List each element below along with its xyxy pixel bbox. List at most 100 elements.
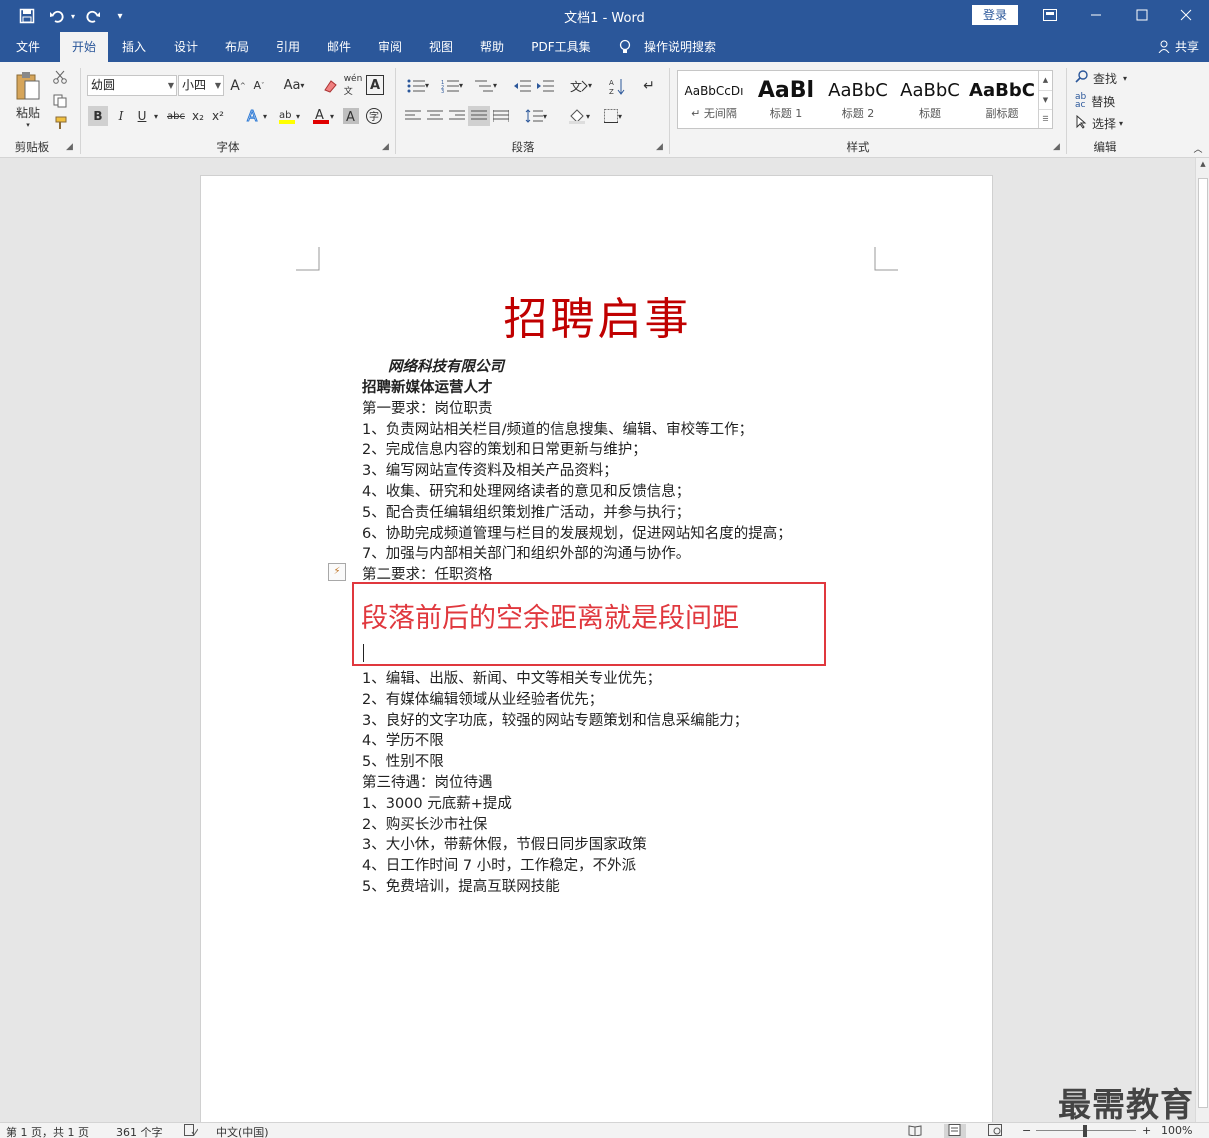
zoom-in-icon[interactable]: + (1142, 1124, 1151, 1137)
show-marks-icon[interactable]: ↵ (638, 75, 660, 96)
tab-help[interactable]: 帮助 (470, 32, 514, 62)
align-left-icon[interactable] (402, 106, 424, 126)
paste-dropdown-icon[interactable]: ▾ (22, 120, 34, 130)
language[interactable]: 中文(中国) (216, 1124, 269, 1138)
close-icon[interactable] (1163, 0, 1209, 30)
font-color-icon[interactable]: A ▾ (307, 106, 339, 126)
zoom-out-icon[interactable]: − (1022, 1124, 1031, 1137)
zoom-level[interactable]: 100% (1161, 1124, 1192, 1137)
style-subtitle[interactable]: AaBbC 副标题 (966, 71, 1038, 128)
copy-icon[interactable] (50, 92, 70, 110)
replace-button[interactable]: ab ac 替换 (1075, 92, 1137, 110)
cut-icon[interactable] (50, 68, 70, 86)
enclose-characters-icon[interactable]: 字 (364, 106, 384, 126)
page-count[interactable]: 第 1 页，共 1 页 (6, 1124, 89, 1138)
numbering-icon[interactable]: 1 2 3 ▾ (436, 75, 468, 96)
font-size-combo[interactable]: 小四 ▼ (178, 75, 224, 96)
margin-corner-mark (874, 247, 898, 271)
underline-button[interactable]: U (133, 106, 151, 126)
tab-view[interactable]: 视图 (419, 32, 463, 62)
chinese-layout-icon[interactable]: 文 ▾ (565, 75, 597, 96)
character-shading-icon[interactable]: A (342, 106, 360, 126)
styles-scroll[interactable]: ▲ ▼ ☰ (1038, 71, 1052, 128)
justify-icon[interactable] (468, 106, 490, 126)
tab-file[interactable]: 文件 (4, 32, 52, 62)
grow-font-icon[interactable]: A ^ (229, 75, 247, 96)
multilevel-list-icon[interactable]: ▾ (470, 75, 502, 96)
clear-formatting-icon[interactable] (320, 75, 340, 96)
shrink-font-icon[interactable]: Aˇ (250, 75, 268, 96)
tab-design[interactable]: 设计 (164, 32, 208, 62)
style-no-spacing[interactable]: AaBbCcDı ↵ 无间隔 (678, 71, 750, 128)
align-center-icon[interactable] (424, 106, 446, 126)
phonetic-guide-icon[interactable]: wén 文 (343, 74, 363, 97)
maximize-icon[interactable] (1119, 0, 1165, 30)
tab-insert[interactable]: 插入 (112, 32, 156, 62)
styles-more-icon[interactable]: ☰ (1039, 109, 1052, 128)
italic-button[interactable]: I (111, 106, 131, 126)
line-spacing-icon[interactable]: ▾ (520, 106, 552, 126)
read-mode-icon[interactable] (908, 1124, 922, 1138)
collapse-ribbon-icon[interactable]: ︿ (1191, 142, 1205, 155)
tab-layout[interactable]: 布局 (215, 32, 259, 62)
styles-launcher-icon[interactable]: ◢ (1053, 142, 1060, 152)
company-name: 网络科技有限公司 (388, 359, 504, 375)
shading-icon[interactable]: ▾ (563, 106, 595, 126)
superscript-button[interactable]: x² (209, 106, 227, 126)
find-button[interactable]: 查找 ▾ (1075, 69, 1137, 87)
document-title: 招聘启事 (503, 294, 692, 345)
tell-me-search[interactable]: 操作说明搜索 (640, 32, 720, 62)
change-case-icon[interactable]: Aa ▾ (277, 75, 311, 96)
sort-icon[interactable]: AZ (607, 75, 629, 96)
minimize-icon[interactable] (1073, 0, 1119, 30)
font-name-combo[interactable]: 幼圆 ▼ (87, 75, 177, 96)
font-size-value: 小四 (182, 78, 207, 92)
autocorrect-options-icon[interactable]: ⚡ (328, 563, 346, 581)
align-right-icon[interactable] (446, 106, 468, 126)
scrollbar-thumb[interactable] (1198, 178, 1208, 1108)
font-launcher-icon[interactable]: ◢ (382, 142, 389, 152)
zoom-slider-thumb[interactable] (1083, 1125, 1087, 1137)
increase-indent-icon[interactable] (534, 75, 556, 96)
proofing-icon[interactable] (184, 1124, 199, 1138)
tab-home[interactable]: 开始 (60, 32, 108, 62)
chevron-down-icon[interactable]: ▼ (1039, 90, 1052, 109)
tab-references[interactable]: 引用 (266, 32, 310, 62)
strikethrough-button[interactable]: abc (165, 106, 187, 126)
document-page[interactable]: 招聘启事 网络科技有限公司 招聘新媒体运营人才 第一要求：岗位职责 1、负责网站… (200, 175, 993, 1125)
subscript-button[interactable]: x₂ (189, 106, 207, 126)
tab-pdf-tools[interactable]: PDF工具集 (524, 32, 598, 62)
paste-icon[interactable] (12, 68, 44, 104)
style-heading-1[interactable]: AaBl 标题 1 (750, 71, 822, 128)
paste-button[interactable]: 粘贴 (10, 104, 46, 120)
ribbon-display-options-icon[interactable] (1027, 0, 1073, 30)
lightbulb-icon (614, 32, 636, 62)
style-title[interactable]: AaBbC 标题 (894, 71, 966, 128)
decrease-indent-icon[interactable] (511, 75, 533, 96)
borders-icon[interactable]: ▾ (597, 106, 629, 126)
character-border-icon[interactable]: A (366, 75, 384, 95)
chevron-up-icon[interactable]: ▲ (1039, 71, 1052, 90)
vertical-scrollbar[interactable]: ▲ (1195, 158, 1209, 1122)
highlight-icon[interactable]: ab ▾ (273, 106, 305, 126)
login-button[interactable]: 登录 (972, 5, 1018, 25)
print-layout-icon[interactable] (944, 1124, 966, 1138)
text-effects-icon[interactable]: A ▾ (241, 106, 271, 126)
search-icon (1075, 70, 1088, 86)
share-button[interactable]: 共享 (1158, 32, 1199, 62)
clipboard-group-label: 剪贴板 (14, 140, 50, 154)
paragraph-launcher-icon[interactable]: ◢ (656, 142, 663, 152)
word-count[interactable]: 361 个字 (116, 1124, 163, 1138)
bullets-icon[interactable]: ▾ (402, 75, 434, 96)
scroll-up-icon[interactable]: ▲ (1196, 160, 1209, 174)
clipboard-launcher-icon[interactable]: ◢ (66, 142, 73, 152)
select-button[interactable]: 选择 ▾ (1075, 114, 1137, 132)
format-painter-icon[interactable] (50, 114, 70, 132)
tab-review[interactable]: 审阅 (368, 32, 412, 62)
underline-dropdown-icon[interactable]: ▾ (151, 106, 161, 126)
style-heading-2[interactable]: AaBbC 标题 2 (822, 71, 894, 128)
bold-button[interactable]: B (88, 106, 108, 126)
web-layout-icon[interactable] (988, 1124, 1002, 1138)
distributed-icon[interactable] (490, 106, 512, 126)
tab-mailings[interactable]: 邮件 (317, 32, 361, 62)
